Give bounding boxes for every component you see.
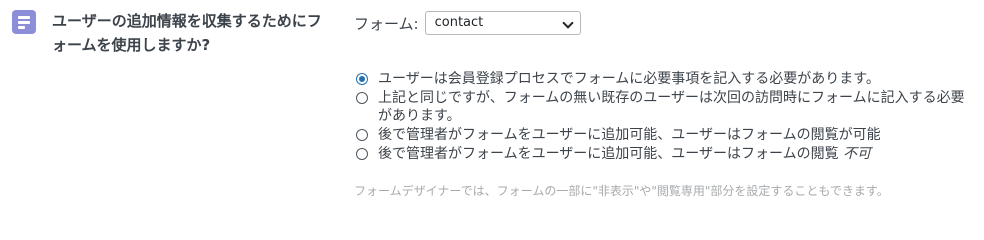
form-select[interactable]: contact: [424, 11, 581, 35]
option-label: ユーザーは会員登録プロセスでフォームに必要事項を記入する必要があります。: [378, 71, 880, 87]
option-admin-add-user-view[interactable]: 後で管理者がフォームをユーザーに追加可能、ユーザーはフォームの閲覧が可能: [354, 126, 970, 144]
icon-bar: [18, 21, 30, 24]
radio-button[interactable]: [356, 73, 368, 85]
form-select-label: フォーム:: [354, 14, 419, 33]
option-required-next-visit[interactable]: 上記と同じですが、フォームの無い既存のユーザーは次回の訪問時にフォームに記入する…: [354, 89, 970, 125]
radio-button[interactable]: [356, 92, 368, 104]
form-select-row: フォーム: contact: [354, 10, 581, 36]
option-label-wrap: 後で管理者がフォームをユーザーに追加可能、ユーザーはフォームの閲覧 不可: [378, 145, 970, 163]
chevron-down-icon: [561, 17, 574, 29]
option-admin-add-user-no-view[interactable]: 後で管理者がフォームをユーザーに追加可能、ユーザーはフォームの閲覧 不可: [354, 145, 970, 163]
setting-title: ユーザーの追加情報を収集するためにフォームを使用しますか?: [52, 12, 322, 54]
help-description: フォームデザイナーでは、フォームの一部に"非表示"や"閲覧専用"部分を設定するこ…: [354, 184, 889, 198]
radio-button[interactable]: [356, 129, 368, 141]
option-label: 後で管理者がフォームをユーザーに追加可能、ユーザーはフォームの閲覧が可能: [378, 127, 881, 143]
option-label: 上記と同じですが、フォームの無い既存のユーザーは次回の訪問時にフォームに記入する…: [378, 90, 965, 124]
form-select-value: contact: [434, 15, 484, 30]
radio-button[interactable]: [356, 148, 368, 160]
option-emphasis: 不可: [843, 146, 872, 162]
form-usage-options: ユーザーは会員登録プロセスでフォームに必要事項を記入する必要があります。 上記と…: [354, 70, 970, 164]
option-label: 後で管理者がフォームをユーザーに追加可能、ユーザーはフォームの閲覧: [378, 146, 839, 162]
form-layout-icon: [12, 10, 36, 34]
option-required-at-registration[interactable]: ユーザーは会員登録プロセスでフォームに必要事項を記入する必要があります。: [354, 70, 970, 88]
icon-bar: [18, 26, 25, 29]
icon-bar: [18, 16, 30, 19]
